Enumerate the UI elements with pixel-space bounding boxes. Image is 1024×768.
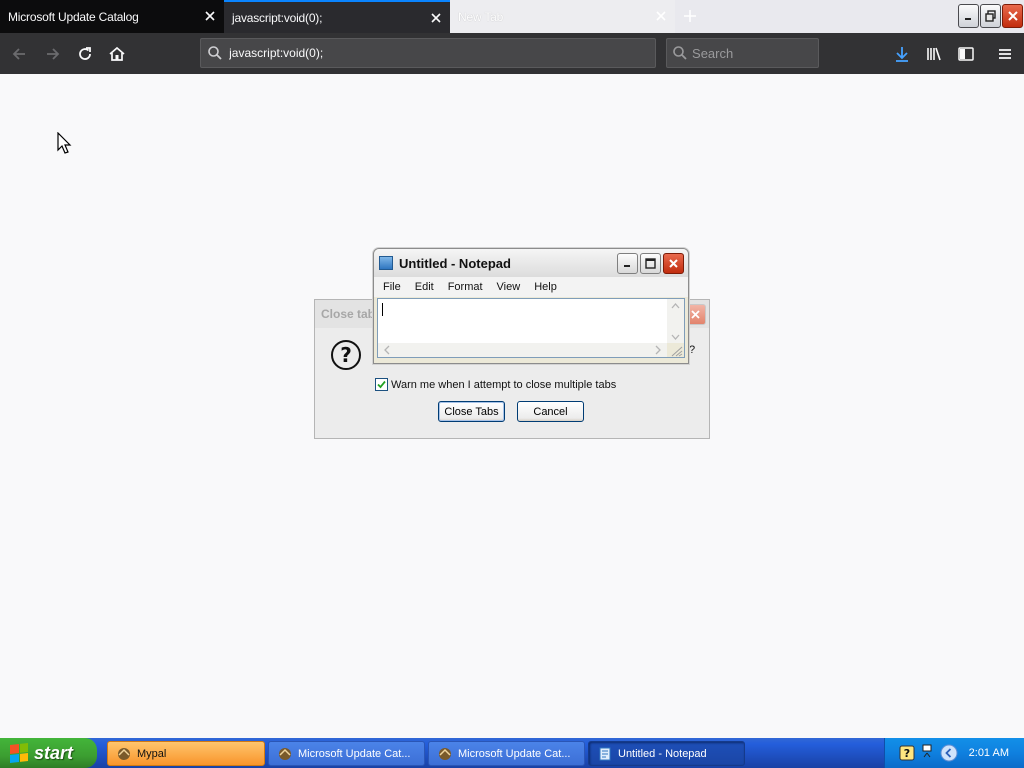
tab-javascript-void[interactable]: javascript:void(0);: [224, 0, 450, 33]
task-label: Microsoft Update Cat...: [458, 747, 571, 760]
notepad-title: Untitled - Notepad: [399, 255, 511, 271]
search-icon: [201, 45, 229, 61]
home-icon[interactable]: [102, 39, 132, 69]
menu-hamburger-icon[interactable]: [990, 39, 1020, 69]
close-tab-icon[interactable]: [653, 8, 669, 24]
task-label: Mypal: [137, 747, 167, 760]
close-icon[interactable]: [663, 253, 684, 274]
search-bar[interactable]: [666, 38, 819, 68]
window-controls: [958, 4, 1024, 28]
clock: 2:01 AM: [968, 747, 1009, 759]
notepad-app-icon: [379, 256, 393, 270]
notepad-text-area[interactable]: [377, 298, 685, 358]
sidebar-icon[interactable]: [951, 39, 981, 69]
start-button[interactable]: start: [0, 738, 97, 768]
dialog-message-partial: ?: [689, 344, 696, 356]
close-window-icon[interactable]: [1002, 4, 1023, 28]
close-tabs-button[interactable]: Close Tabs: [438, 401, 505, 422]
tab-microsoft-update-catalog[interactable]: Microsoft Update Catalog: [0, 0, 224, 33]
forward-arrow-icon[interactable]: [38, 39, 68, 69]
warn-close-multiple-row[interactable]: Warn me when I attempt to close multiple…: [375, 378, 616, 391]
warn-checkbox[interactable]: [375, 378, 388, 391]
taskbar-item-microsoft-update-catalog[interactable]: Microsoft Update Cat...: [428, 741, 585, 766]
show-hidden-icons-chevron-icon[interactable]: [940, 744, 958, 762]
task-label: Untitled - Notepad: [618, 747, 707, 760]
menu-format[interactable]: Format: [441, 281, 490, 293]
taskbar: start Mypal Microsoft Update Cat... Micr…: [0, 738, 1024, 768]
horizontal-scrollbar[interactable]: [378, 343, 669, 357]
search-input[interactable]: [692, 45, 818, 61]
start-label: start: [34, 742, 74, 763]
close-tab-icon[interactable]: [202, 8, 218, 24]
windows-flag-icon: [10, 743, 28, 763]
tab-title: Microsoft Update Catalog: [8, 9, 139, 24]
notepad-app-icon: [599, 747, 611, 760]
warn-checkbox-label: Warn me when I attempt to close multiple…: [391, 378, 617, 391]
tab-title: javascript:void(0);: [232, 10, 323, 25]
library-icon[interactable]: [919, 39, 949, 69]
reload-icon[interactable]: [70, 39, 100, 69]
taskbar-item-mypal[interactable]: Mypal: [107, 741, 265, 766]
menu-view[interactable]: View: [490, 281, 528, 293]
close-tab-icon[interactable]: [428, 10, 444, 26]
tab-new-tab[interactable]: New Tab: [450, 0, 675, 33]
question-icon: ?: [331, 340, 361, 370]
task-label: Microsoft Update Cat...: [298, 747, 411, 760]
mouse-cursor-icon: [57, 132, 72, 154]
back-arrow-icon[interactable]: [4, 39, 34, 69]
url-input[interactable]: [229, 46, 655, 60]
search-icon: [667, 45, 692, 61]
maximize-icon[interactable]: [640, 253, 661, 274]
resize-grip-icon[interactable]: [667, 343, 684, 357]
navigation-toolbar: [0, 33, 1024, 74]
tab-title: New Tab: [458, 9, 504, 24]
svg-text:?: ?: [904, 747, 910, 760]
vertical-scrollbar[interactable]: [667, 299, 684, 344]
taskbar-item-notepad[interactable]: Untitled - Notepad: [588, 741, 745, 766]
menu-help[interactable]: Help: [527, 281, 564, 293]
notepad-window: Untitled - Notepad File Edit Format View…: [373, 248, 689, 364]
download-icon[interactable]: [887, 39, 917, 69]
help-icon[interactable]: ?: [899, 745, 915, 761]
url-bar[interactable]: [200, 38, 656, 68]
notepad-menu-bar: File Edit Format View Help: [374, 277, 688, 297]
minimize-icon[interactable]: [617, 253, 638, 274]
minimize-icon[interactable]: [958, 4, 979, 28]
text-caret: [382, 303, 383, 316]
menu-edit[interactable]: Edit: [408, 281, 441, 293]
mypal-app-icon: [279, 747, 291, 760]
cancel-button[interactable]: Cancel: [517, 401, 584, 422]
restore-icon[interactable]: [980, 4, 1001, 28]
new-tab-plus-icon[interactable]: [678, 4, 702, 28]
system-tray: ? 2:01 AM: [884, 738, 1024, 768]
mypal-app-icon: [118, 747, 130, 760]
mypal-app-icon: [439, 747, 451, 760]
tab-strip: Microsoft Update Catalog javascript:void…: [0, 0, 1024, 33]
network-icon[interactable]: [921, 743, 933, 761]
menu-file[interactable]: File: [376, 281, 408, 293]
taskbar-item-microsoft-update-catalog[interactable]: Microsoft Update Cat...: [268, 741, 425, 766]
